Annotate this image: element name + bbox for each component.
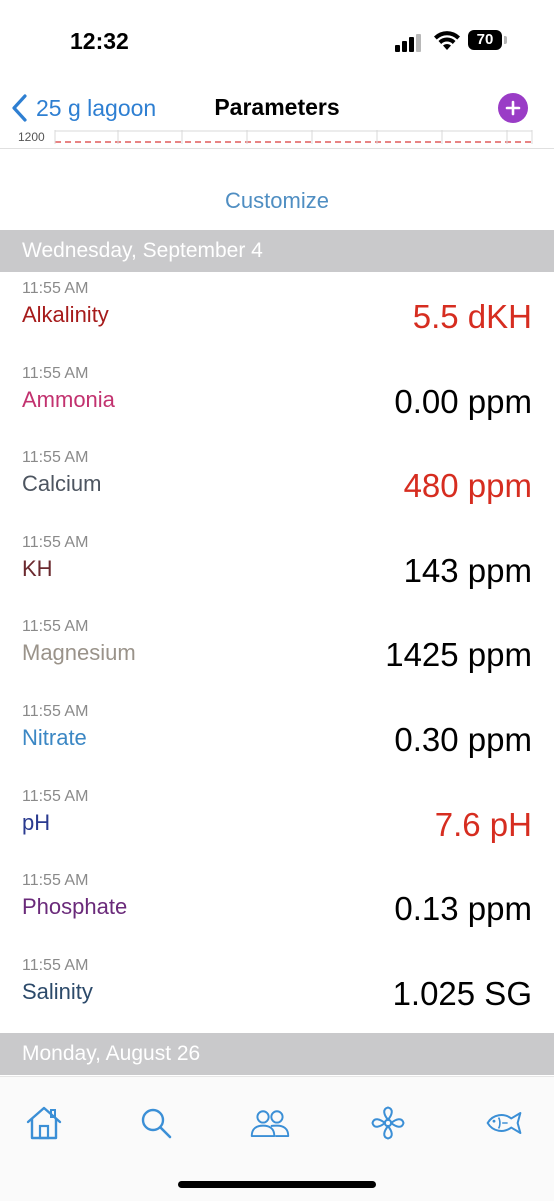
home-indicator (178, 1181, 376, 1188)
list-item-ph[interactable]: 11:55 AM pH 7.6 pH (0, 780, 554, 865)
status-time: 12:32 (70, 28, 129, 54)
section-header: Wednesday, September 4 (0, 230, 554, 272)
entry-time: 11:55 AM (22, 702, 89, 720)
entry-time: 11:55 AM (22, 956, 89, 974)
entry-name: pH (22, 809, 51, 835)
entry-time: 11:55 AM (22, 533, 89, 551)
list-item-ammonia[interactable]: 11:55 AM Ammonia 0.00 ppm (0, 357, 554, 442)
home-icon (26, 1106, 62, 1140)
entry-value: 143 ppm (403, 551, 532, 589)
entry-name: Magnesium (22, 640, 136, 666)
plus-icon (505, 100, 521, 116)
entry-name: Salinity (22, 978, 93, 1004)
entry-value: 0.13 ppm (394, 890, 532, 928)
parameter-chart: 1200 (0, 130, 554, 148)
entry-name: Alkalinity (22, 302, 109, 327)
list-item-magnesium[interactable]: 11:55 AM Magnesium 1425 ppm (0, 610, 554, 695)
list-item-calcium[interactable]: 11:55 AM Calcium 480 ppm (0, 441, 554, 526)
chart-grid (54, 130, 533, 144)
entry-time: 11:55 AM (22, 618, 89, 636)
status-bar: 12:32 70 (0, 0, 554, 82)
entry-name: Phosphate (22, 894, 128, 920)
section-header: Monday, August 26 (0, 1033, 554, 1075)
entry-time: 11:55 AM (22, 449, 89, 467)
add-button[interactable] (498, 93, 528, 123)
list-item-phosphate[interactable]: 11:55 AM Phosphate 0.13 ppm (0, 864, 554, 949)
cellular-signal-icon (395, 34, 421, 52)
entry-name: Nitrate (22, 724, 87, 750)
page-title: Parameters (214, 94, 340, 120)
entry-value: 0.30 ppm (394, 720, 532, 758)
list-item-kh[interactable]: 11:55 AM KH 143 ppm (0, 526, 554, 611)
entry-value: 1.025 SG (392, 974, 532, 1012)
parameter-list: 11:55 AM Alkalinity 5.5 dKH 11:55 AM Amm… (0, 272, 554, 1033)
tab-livestock[interactable] (484, 1103, 524, 1143)
list-item-alkalinity[interactable]: 11:55 AM Alkalinity 5.5 dKH (0, 272, 554, 357)
list-item-salinity[interactable]: 11:55 AM Salinity 1.025 SG (0, 949, 554, 1034)
tab-search[interactable] (136, 1103, 176, 1143)
tab-home[interactable] (24, 1103, 64, 1143)
entry-name: Calcium (22, 471, 102, 497)
entry-value: 1425 ppm (385, 636, 532, 674)
entry-value: 0.00 ppm (394, 382, 532, 420)
tab-community[interactable] (250, 1103, 290, 1143)
search-icon (141, 1108, 172, 1139)
battery-level: 70 (468, 30, 502, 50)
entry-name: KH (22, 555, 53, 581)
list-item-nitrate[interactable]: 11:55 AM Nitrate 0.30 ppm (0, 695, 554, 780)
entry-time: 11:55 AM (22, 280, 89, 297)
entry-value: 480 ppm (403, 467, 532, 505)
entry-time: 11:55 AM (22, 872, 89, 890)
entry-name: Ammonia (22, 386, 115, 412)
people-icon (250, 1110, 290, 1137)
fan-icon (371, 1106, 405, 1140)
wifi-icon (434, 31, 460, 50)
entry-time: 11:55 AM (22, 787, 89, 805)
customize-button[interactable]: Customize (0, 188, 554, 214)
entry-value: 5.5 dKH (412, 298, 532, 335)
entry-time: 11:55 AM (22, 364, 89, 382)
fish-icon (486, 1112, 522, 1134)
tab-equipment[interactable] (368, 1103, 408, 1143)
battery-icon: 70 (468, 30, 508, 52)
entry-value: 7.6 pH (434, 805, 532, 843)
